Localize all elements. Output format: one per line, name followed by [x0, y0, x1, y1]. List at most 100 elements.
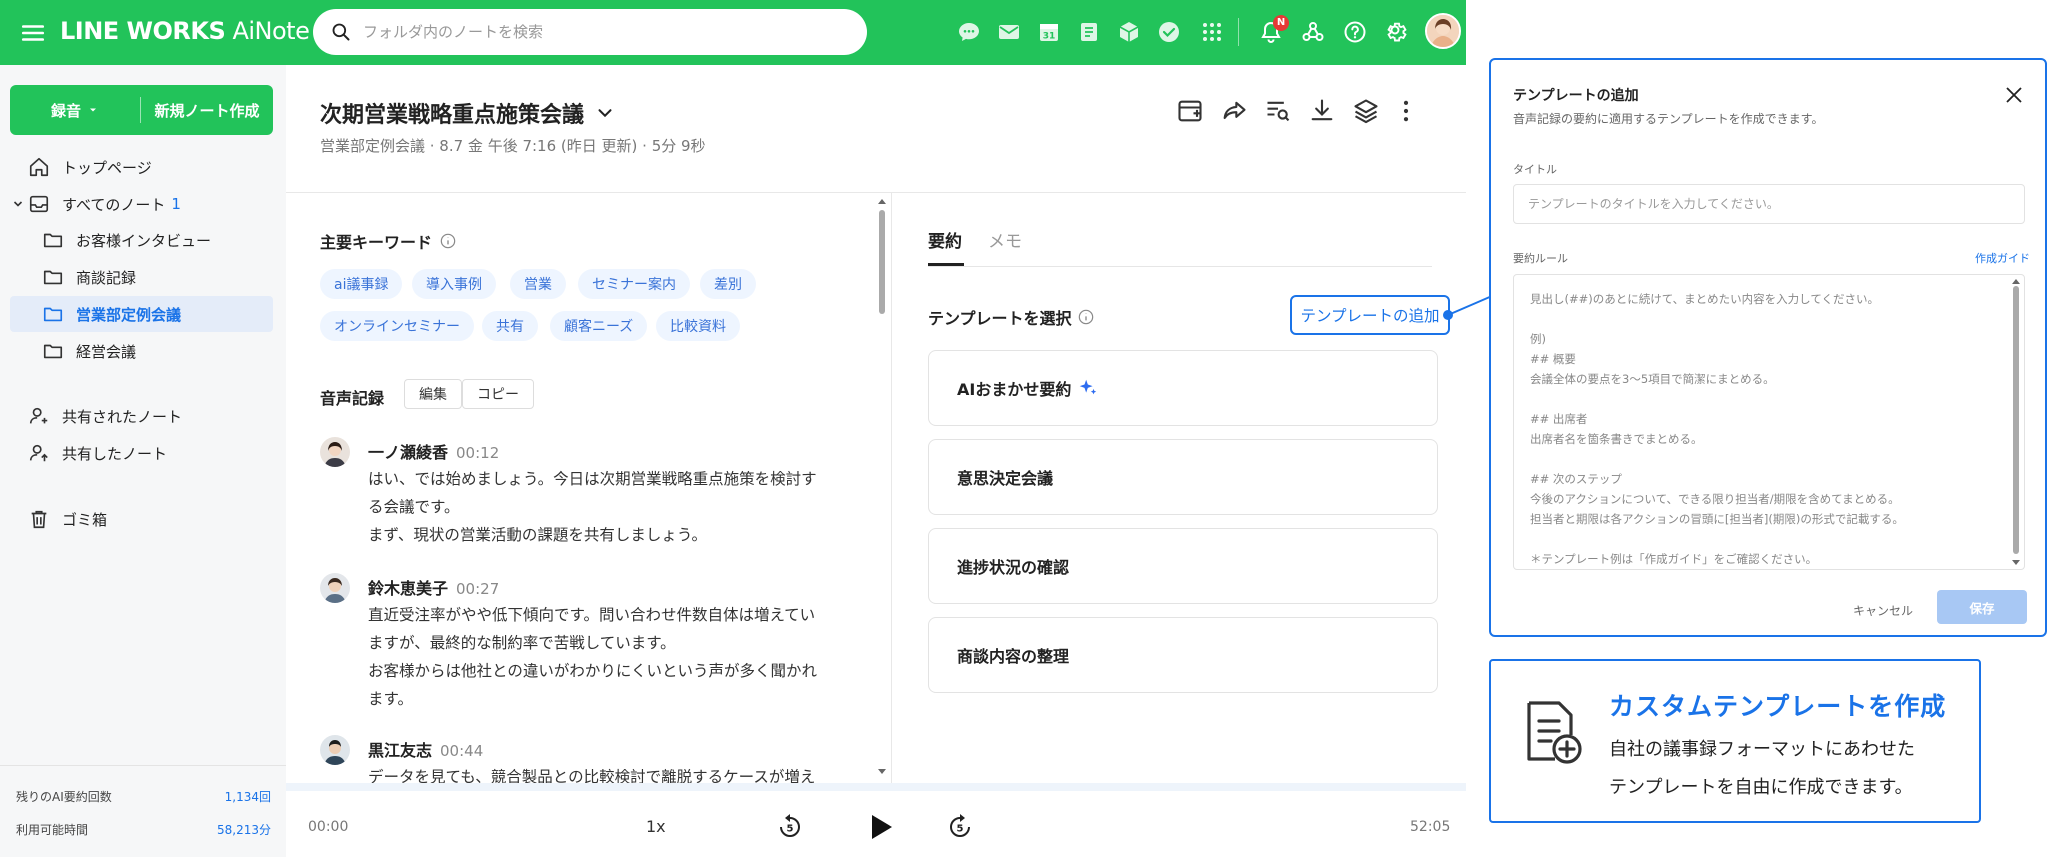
- new-note-button[interactable]: 新規ノート作成: [141, 85, 273, 135]
- sidebar-item-customer-interview[interactable]: お客様インタビュー: [10, 222, 273, 258]
- layers-icon[interactable]: [1352, 97, 1380, 125]
- sparkle-icon: [1080, 379, 1097, 395]
- search-input[interactable]: [363, 23, 833, 41]
- sidebar-item-all-notes[interactable]: すべてのノート 1: [10, 186, 273, 222]
- copy-button[interactable]: コピー: [462, 379, 534, 409]
- chevron-down-icon[interactable]: [594, 102, 616, 124]
- template-option[interactable]: 商談内容の整理: [928, 617, 1438, 693]
- folder-icon: [43, 270, 63, 285]
- rule-line: 担当者と期限は各アクションの冒頭に[担当者](期限)の形式で記載する。: [1530, 512, 1904, 526]
- summary-rule-textarea[interactable]: 見出し(##)のあとに続けて、まとめたい内容を入力してください。 例) ## 概…: [1513, 274, 2025, 570]
- tab-summary[interactable]: 要約: [928, 227, 962, 252]
- user-avatar[interactable]: [1425, 13, 1461, 49]
- playback-speed-button[interactable]: 1x: [646, 817, 666, 836]
- add-template-button[interactable]: テンプレートの追加: [1290, 295, 1450, 335]
- textarea-scrollbar[interactable]: [2013, 286, 2019, 554]
- sidebar-item-trash[interactable]: ゴミ箱: [10, 501, 273, 537]
- rule-line: ## 次のステップ: [1530, 472, 1622, 486]
- creation-guide-link[interactable]: 作成ガイド: [1975, 250, 2030, 266]
- search-box[interactable]: [313, 9, 867, 55]
- more-vertical-icon[interactable]: [1392, 97, 1420, 125]
- utterance-line: 直近受注率がやや低下傾向です。問い合わせ件数自体は増えてい: [368, 606, 816, 624]
- transcript-scrollbar[interactable]: [879, 210, 885, 314]
- settings-gear-icon[interactable]: [1385, 20, 1409, 44]
- calendar-add-icon[interactable]: [1176, 97, 1204, 125]
- keyword-chip[interactable]: 導入事例: [412, 269, 496, 299]
- menu-icon[interactable]: [20, 20, 46, 46]
- tab-memo[interactable]: メモ: [988, 227, 1022, 252]
- close-icon[interactable]: [2005, 86, 2023, 104]
- edit-button[interactable]: 編集: [404, 379, 462, 409]
- sidebar-item-label: 経営会議: [76, 342, 137, 361]
- speaker-avatar: [320, 437, 350, 467]
- chevron-down-icon[interactable]: [12, 198, 24, 210]
- search-in-note-icon[interactable]: [1264, 97, 1292, 125]
- sidebar-item-label: すべてのノート: [62, 195, 166, 214]
- rule-line: [1530, 449, 2008, 469]
- keyword-chip[interactable]: オンラインセミナー: [320, 311, 474, 341]
- rewind-5-icon[interactable]: 5: [776, 813, 804, 841]
- chat-icon[interactable]: [957, 20, 981, 44]
- utterance-line: データを見ても、競合製品との比較検討で離脱するケースが増え: [368, 768, 816, 783]
- forward-5-icon[interactable]: 5: [946, 813, 974, 841]
- keyword-chip[interactable]: ai議事録: [320, 269, 403, 299]
- scroll-up-icon[interactable]: [877, 197, 887, 205]
- scroll-down-icon[interactable]: [877, 768, 887, 776]
- keyword-chip[interactable]: 共有: [482, 311, 538, 341]
- info-icon[interactable]: [440, 233, 456, 249]
- download-icon[interactable]: [1308, 97, 1336, 125]
- play-icon[interactable]: [864, 811, 896, 843]
- utterance-line: はい、では始めましょう。今日は次期営業戦略重点施策を検討す: [368, 470, 817, 488]
- create-button-group: 録音 新規ノート作成: [10, 85, 273, 135]
- organization-icon[interactable]: [1301, 20, 1325, 44]
- logo-product: AiNote: [232, 17, 310, 45]
- sidebar-item-sales-meeting[interactable]: 営業部定例会議: [10, 296, 273, 332]
- callout-description: 自社の議事録フォーマットにあわせた テンプレートを自由に作成できます。: [1609, 731, 1915, 807]
- mail-icon[interactable]: [997, 20, 1021, 44]
- template-option[interactable]: 進捗状況の確認: [928, 528, 1438, 604]
- sidebar-item-management-meeting[interactable]: 経営会議: [10, 333, 273, 369]
- app-logo[interactable]: LINE WORKS AiNote: [60, 17, 310, 45]
- scroll-down-icon[interactable]: [2012, 560, 2020, 566]
- calendar-icon[interactable]: 31: [1037, 20, 1061, 44]
- template-option[interactable]: 意思決定会議: [928, 439, 1438, 515]
- template-option[interactable]: AIおまかせ要約: [928, 350, 1438, 426]
- keyword-chip[interactable]: 顧客ニーズ: [550, 311, 648, 341]
- sidebar-item-sales-records[interactable]: 商談記録: [10, 259, 273, 295]
- record-button[interactable]: 録音: [10, 85, 140, 135]
- speaker-timestamp[interactable]: 00:12: [456, 444, 499, 462]
- keyword-chip[interactable]: セミナー案内: [578, 269, 690, 299]
- save-button[interactable]: 保存: [1937, 590, 2027, 624]
- speaker-timestamp[interactable]: 00:27: [456, 580, 499, 598]
- keyword-chip[interactable]: 差別: [700, 269, 756, 299]
- rule-line: 出席者名を箇条書きでまとめる。: [1530, 432, 1703, 446]
- board-icon[interactable]: [1077, 20, 1101, 44]
- trash-icon: [31, 510, 47, 529]
- cancel-button[interactable]: キャンセル: [1853, 602, 1913, 619]
- keyword-chip[interactable]: 比較資料: [656, 311, 740, 341]
- sidebar-item-shared-by-me[interactable]: 共有したノート: [10, 435, 273, 471]
- logo-brand: LINE WORKS: [60, 17, 226, 45]
- apps-grid-icon[interactable]: [1200, 20, 1224, 44]
- rule-line: 例): [1530, 332, 1546, 346]
- callout-line: テンプレートを自由に作成できます。: [1609, 777, 1913, 798]
- speaker-timestamp[interactable]: 00:44: [440, 742, 483, 760]
- scroll-up-icon[interactable]: [2012, 278, 2020, 284]
- drive-icon[interactable]: [1117, 20, 1141, 44]
- app-window: LINE WORKS AiNote 31 N 録音 新規ノート作成: [0, 0, 1466, 857]
- help-icon[interactable]: [1343, 20, 1367, 44]
- note-title[interactable]: 次期営業戦略重点施策会議: [320, 97, 616, 129]
- inbox-icon: [29, 195, 49, 213]
- share-icon[interactable]: [1220, 97, 1248, 125]
- info-icon[interactable]: [1078, 309, 1094, 325]
- rule-line: ## 出席者: [1530, 412, 1588, 426]
- template-title-input[interactable]: [1513, 184, 2025, 224]
- task-icon[interactable]: [1157, 20, 1181, 44]
- folder-icon: [43, 233, 63, 248]
- keyword-chip[interactable]: 営業: [510, 269, 566, 299]
- svg-text:5: 5: [787, 824, 794, 835]
- rule-line: 見出し(##)のあとに続けて、まとめたい内容を入力してください。: [1530, 292, 1879, 306]
- person-share-icon: [29, 444, 48, 462]
- sidebar-item-shared-with-me[interactable]: 共有されたノート: [10, 398, 273, 434]
- sidebar-item-top-page[interactable]: トップページ: [10, 149, 273, 185]
